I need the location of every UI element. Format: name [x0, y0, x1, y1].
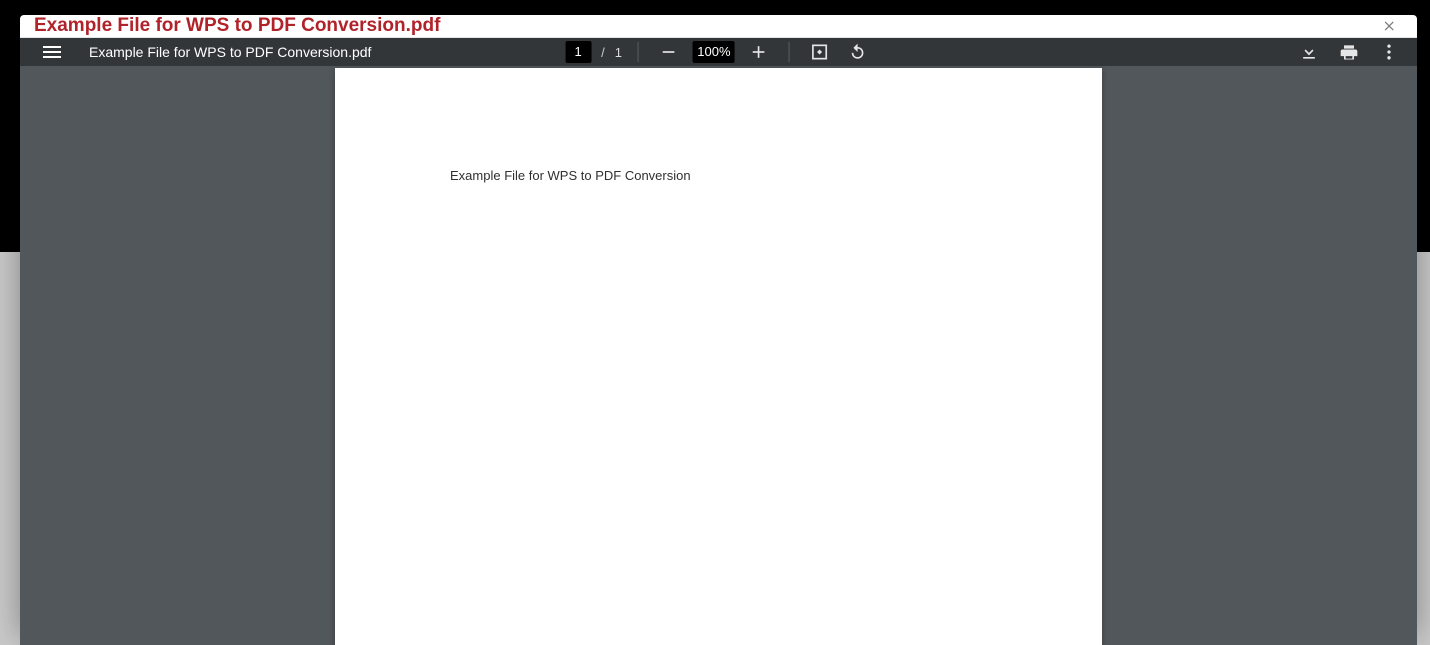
rotate-icon	[848, 42, 868, 62]
pdf-viewer-toolbar: Example File for WPS to PDF Conversion.p…	[20, 38, 1417, 66]
page-text-content: Example File for WPS to PDF Conversion	[450, 168, 987, 183]
download-toolbar-button[interactable]	[1295, 38, 1323, 66]
fit-page-button[interactable]	[806, 38, 834, 66]
more-vertical-icon	[1379, 42, 1399, 62]
preview-modal: Example File for WPS to PDF Conversion.p…	[20, 15, 1417, 629]
pdf-page: Example File for WPS to PDF Conversion	[335, 68, 1102, 645]
divider	[638, 42, 639, 62]
modal-close-button[interactable]	[1377, 15, 1403, 37]
print-button[interactable]	[1335, 38, 1363, 66]
current-page-input[interactable]: 1	[565, 41, 591, 63]
rotate-button[interactable]	[844, 38, 872, 66]
close-icon	[1383, 19, 1397, 33]
total-pages: 1	[615, 45, 622, 60]
hamburger-icon	[43, 46, 61, 48]
toolbar-center: 1 / 1 100%	[565, 38, 872, 66]
more-options-button[interactable]	[1375, 38, 1403, 66]
toolbar-right	[1295, 38, 1417, 66]
zoom-out-button[interactable]	[655, 38, 683, 66]
zoom-level-input[interactable]: 100%	[693, 41, 735, 63]
zoom-in-button[interactable]	[745, 38, 773, 66]
page-separator: /	[601, 45, 605, 60]
document-name: Example File for WPS to PDF Conversion.p…	[89, 44, 371, 60]
minus-icon	[659, 42, 679, 62]
modal-header: Example File for WPS to PDF Conversion.p…	[20, 15, 1417, 38]
download-icon	[1299, 42, 1319, 62]
viewer-body: Example File for WPS to PDF Conversion	[20, 66, 1417, 645]
plus-icon	[749, 42, 769, 62]
modal-title: Example File for WPS to PDF Conversion.p…	[34, 15, 440, 37]
sidebar-toggle-button[interactable]	[37, 40, 67, 64]
toolbar-left: Example File for WPS to PDF Conversion.p…	[20, 40, 371, 64]
print-icon	[1339, 42, 1359, 62]
fit-icon	[810, 42, 830, 62]
page-scroll-area[interactable]: Example File for WPS to PDF Conversion	[20, 66, 1417, 645]
divider	[789, 42, 790, 62]
